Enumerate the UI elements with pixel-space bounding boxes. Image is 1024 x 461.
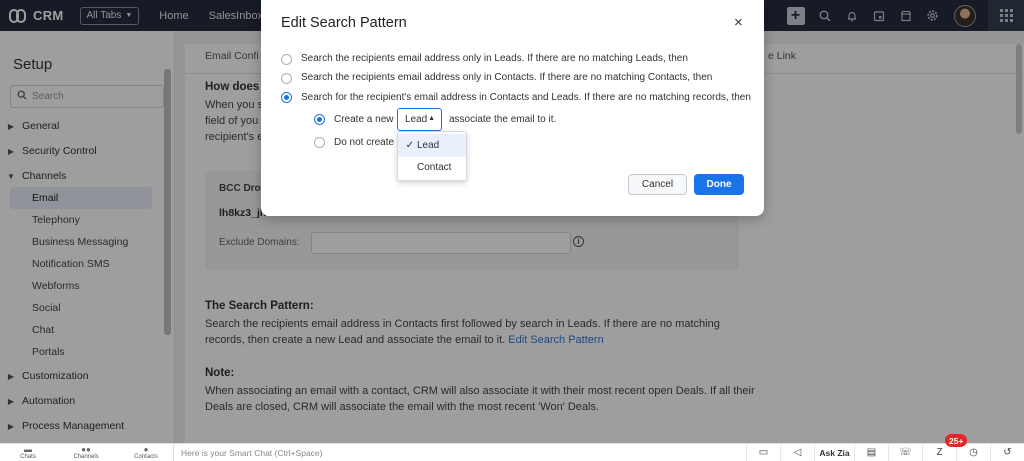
bottom-tab-contacts[interactable]: ● Contacts [126,445,166,460]
radio-do-not-create[interactable] [314,137,325,148]
chat-bubble-icon: ▬ [24,445,32,454]
record-type-select[interactable]: Lead ▲ [397,108,442,131]
bottom-tab-channels[interactable]: ●● Channels [66,445,106,460]
radio-contacts-and-leads[interactable] [281,92,292,103]
radio-contacts-only[interactable] [281,73,292,84]
radio-create-new[interactable] [314,114,325,125]
ask-zia-button[interactable]: Ask Zia [814,444,854,461]
bottom-bar: ▬ Chats ●● Channels ● Contacts Here is y… [0,443,1024,461]
feedback-icon[interactable]: ▭ [746,444,780,461]
bottom-right-tools: ▭ ◁ Ask Zia ▤ ☏ Z ◷ ↺ [746,444,1024,461]
bottom-tab-label: Chats [20,454,36,460]
check-icon: ✓ [405,140,414,151]
channels-icon: ●● [81,445,91,454]
radio-leads-only[interactable] [281,54,292,65]
dialog-title: Edit Search Pattern [281,15,407,31]
smart-chat-placeholder: Here is your Smart Chat (Ctrl+Space) [181,447,323,458]
bottom-tab-label: Channels [73,454,99,460]
dropdown-option-label: Lead [417,140,440,151]
do-not-create-label: Do not create a [334,137,403,148]
create-new-label: Create a new [334,114,394,125]
dropdown-option-contact[interactable]: Contact [398,156,466,179]
associate-label: associate the email to it. [449,114,557,125]
record-type-value: Lead [405,114,428,125]
done-button[interactable]: Done [694,174,744,195]
contact-icon: ● [143,445,149,454]
chevron-up-icon: ▲ [428,115,435,122]
sticky-note-icon[interactable]: ▤ [854,444,888,461]
option-contacts-only-label: Search the recipients email address only… [301,72,713,83]
dropdown-option-label: Contact [417,162,452,173]
option-leads-only-label: Search the recipients email address only… [301,53,688,64]
edit-search-pattern-dialog: Edit Search Pattern × Search the recipie… [261,0,764,216]
call-icon[interactable]: ☏ [888,444,922,461]
option-contacts-and-leads-label: Search for the recipient's email address… [301,92,751,103]
record-type-dropdown: ✓ Lead Contact [397,131,467,181]
close-icon[interactable]: × [734,14,743,31]
history-icon[interactable]: ↺ [990,444,1024,461]
notification-count-badge: 25+ [945,434,968,447]
bottom-tab-chats[interactable]: ▬ Chats [8,445,48,460]
cancel-button[interactable]: Cancel [628,174,687,195]
bottom-tab-label: Contacts [134,454,158,460]
dropdown-option-lead[interactable]: ✓ Lead [398,134,466,157]
smart-chat-input[interactable]: Here is your Smart Chat (Ctrl+Space) [173,444,738,461]
megaphone-icon[interactable]: ◁ [780,444,814,461]
